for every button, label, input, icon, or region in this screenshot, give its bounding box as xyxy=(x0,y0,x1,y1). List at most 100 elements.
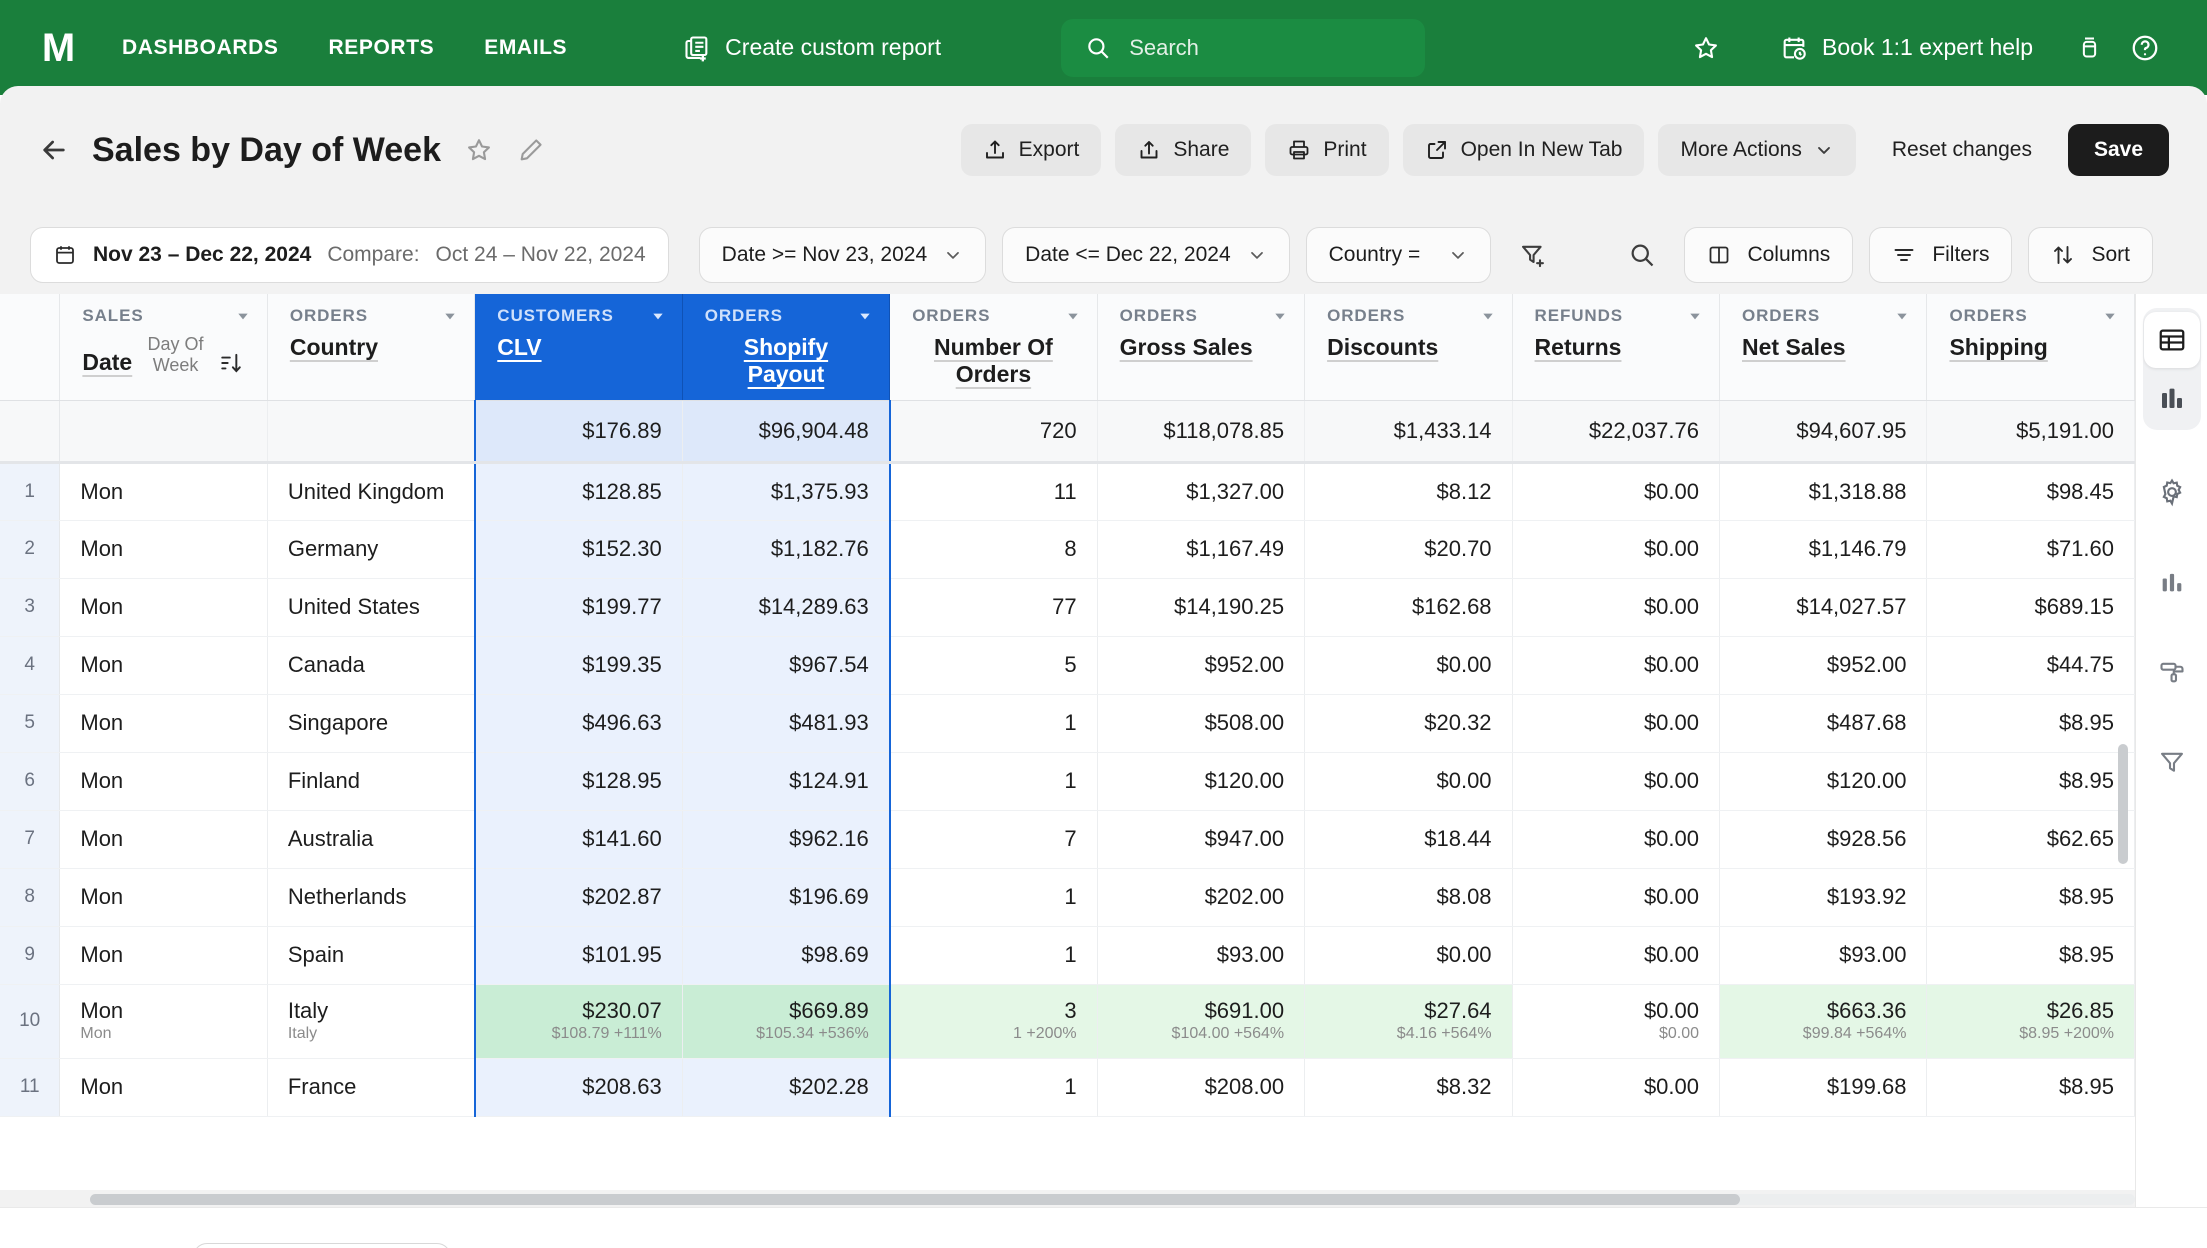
table-cell[interactable]: 1 xyxy=(889,868,1098,927)
table-cell[interactable]: $0.00 xyxy=(1512,1058,1721,1117)
chevron-down-icon[interactable] xyxy=(1272,308,1288,324)
table-cell[interactable]: $8.08 xyxy=(1304,868,1513,927)
table-cell[interactable]: 1 xyxy=(889,752,1098,811)
column-header-clv[interactable]: CUSTOMERS CLV xyxy=(474,294,683,401)
table-cell[interactable]: $93.00 xyxy=(1719,926,1928,985)
table-cell[interactable]: $0.00 xyxy=(1512,868,1721,927)
table-cell[interactable]: $14,289.63 xyxy=(682,578,891,637)
chevron-down-icon[interactable] xyxy=(2102,308,2118,324)
table-row[interactable]: 7 Mon Australia $141.60 $962.16 7 $947.00 $18.4… xyxy=(0,810,2135,869)
table-cell[interactable]: $487.68 xyxy=(1719,694,1928,753)
date-range-picker[interactable]: Nov 23 – Dec 22, 2024 Compare: Oct 24 – … xyxy=(30,227,669,283)
share-button[interactable]: Share xyxy=(1115,124,1252,176)
table-cell[interactable]: $0.00 xyxy=(1512,636,1721,695)
edit-pencil-icon[interactable] xyxy=(517,136,545,164)
table-cell[interactable]: Mon xyxy=(59,752,268,811)
filters-button[interactable]: Filters xyxy=(1869,227,2013,283)
table-cell[interactable]: $128.85 xyxy=(473,462,683,521)
table-cell[interactable]: $120.00 xyxy=(1097,752,1306,811)
table-row[interactable]: 5 Mon Singapore $496.63 $481.93 1 $508.00 $20.3… xyxy=(0,694,2135,753)
table-cell[interactable]: Germany xyxy=(267,520,476,579)
table-cell[interactable]: 5 xyxy=(889,636,1098,695)
table-row[interactable]: 2 Mon Germany $152.30 $1,182.76 8 $1,167.49 $20… xyxy=(0,520,2135,579)
table-cell[interactable]: $0.00 xyxy=(1512,520,1721,579)
table-cell[interactable]: $62.65 xyxy=(1926,810,2135,869)
metrics-icon[interactable] xyxy=(2144,554,2200,610)
table-cell[interactable]: $193.92 xyxy=(1719,868,1928,927)
table-cell[interactable]: $199.35 xyxy=(473,636,683,695)
chevron-down-icon[interactable] xyxy=(1687,308,1703,324)
table-cell[interactable]: $8.12 xyxy=(1304,462,1513,521)
table-cell[interactable]: $202.00 xyxy=(1097,868,1306,927)
settings-icon[interactable] xyxy=(2144,464,2200,520)
chevron-down-icon[interactable] xyxy=(650,308,666,324)
table-cell[interactable]: $0.00 $0.00 xyxy=(1512,984,1721,1059)
table-cell[interactable]: $202.87 xyxy=(473,868,683,927)
aggregate-sum-selector[interactable]: Sum: 115299.58 xyxy=(193,1243,451,1248)
nav-link-dashboards[interactable]: DASHBOARDS xyxy=(104,26,297,70)
table-cell[interactable]: $20.70 xyxy=(1304,520,1513,579)
table-cell[interactable]: $152.30 xyxy=(473,520,683,579)
table-cell[interactable]: $669.89 $105.34 +536% xyxy=(682,984,891,1059)
column-header-returns[interactable]: REFUNDS Returns xyxy=(1512,294,1721,401)
column-header-discounts[interactable]: ORDERS Discounts xyxy=(1304,294,1513,401)
table-cell[interactable]: 7 xyxy=(889,810,1098,869)
table-cell[interactable]: Mon xyxy=(59,810,268,869)
styling-icon[interactable] xyxy=(2144,644,2200,700)
table-cell[interactable]: $162.68 xyxy=(1304,578,1513,637)
table-cell[interactable]: United Kingdom xyxy=(267,462,476,521)
column-header-country[interactable]: ORDERS Country xyxy=(267,294,476,401)
table-cell[interactable]: $98.69 xyxy=(682,926,891,985)
table-cell[interactable]: $0.00 xyxy=(1512,810,1721,869)
back-arrow-icon[interactable] xyxy=(38,134,70,166)
book-expert-help-button[interactable]: Book 1:1 expert help xyxy=(1780,34,2033,62)
table-cell[interactable]: 77 xyxy=(889,578,1098,637)
nav-link-emails[interactable]: EMAILS xyxy=(466,26,585,70)
more-actions-button[interactable]: More Actions xyxy=(1658,124,1856,176)
table-row[interactable]: 6 Mon Finland $128.95 $124.91 1 $120.00 $0.00 $0… xyxy=(0,752,2135,811)
search-input[interactable]: Search xyxy=(1061,18,1426,77)
table-cell[interactable]: $691.00 $104.00 +564% xyxy=(1097,984,1306,1059)
table-cell[interactable]: $952.00 xyxy=(1719,636,1928,695)
table-cell[interactable]: 1 xyxy=(889,926,1098,985)
table-cell[interactable]: Singapore xyxy=(267,694,476,753)
table-cell[interactable]: $230.07 $108.79 +111% xyxy=(473,984,683,1059)
table-cell[interactable]: Mon xyxy=(59,868,268,927)
table-cell[interactable]: $967.54 xyxy=(682,636,891,695)
table-cell[interactable]: $8.95 xyxy=(1926,926,2135,985)
chevron-down-icon[interactable] xyxy=(442,308,458,324)
table-cell[interactable]: $18.44 xyxy=(1304,810,1513,869)
table-cell[interactable]: $124.91 xyxy=(682,752,891,811)
table-cell[interactable]: United States xyxy=(267,578,476,637)
column-header-shopify-payout[interactable]: ORDERS Shopify Payout xyxy=(682,294,891,401)
table-cell[interactable]: $0.00 xyxy=(1512,752,1721,811)
table-cell[interactable]: $27.64 $4.16 +564% xyxy=(1304,984,1513,1059)
chevron-down-icon[interactable] xyxy=(1065,308,1081,324)
table-cell[interactable]: $496.63 xyxy=(473,694,683,753)
table-cell[interactable]: Mon xyxy=(59,462,268,521)
whats-new-icon[interactable] xyxy=(2061,20,2117,76)
add-filter-icon[interactable] xyxy=(1507,229,1559,281)
table-cell[interactable]: $199.68 xyxy=(1719,1058,1928,1117)
table-cell[interactable]: $1,182.76 xyxy=(682,520,891,579)
table-cell[interactable]: $93.00 xyxy=(1097,926,1306,985)
table-cell[interactable]: $0.00 xyxy=(1512,694,1721,753)
reset-changes-button[interactable]: Reset changes xyxy=(1870,124,2054,176)
table-cell[interactable]: $26.85 $8.95 +200% xyxy=(1926,984,2135,1059)
table-cell[interactable]: $0.00 xyxy=(1304,926,1513,985)
sort-indicator-icon[interactable] xyxy=(219,350,245,376)
table-cell[interactable]: $8.32 xyxy=(1304,1058,1513,1117)
print-button[interactable]: Print xyxy=(1265,124,1389,176)
table-cell[interactable]: France xyxy=(267,1058,476,1117)
export-button[interactable]: Export xyxy=(960,124,1102,176)
column-header-net-sales[interactable]: ORDERS Net Sales xyxy=(1719,294,1928,401)
table-cell[interactable]: $128.95 xyxy=(473,752,683,811)
table-cell[interactable]: $1,375.93 xyxy=(682,462,891,521)
table-cell[interactable]: Spain xyxy=(267,926,476,985)
table-row[interactable]: 11 Mon France $208.63 $202.28 1 $208.00 $8.32 $0… xyxy=(0,1058,2135,1117)
table-cell[interactable]: $0.00 xyxy=(1304,752,1513,811)
nav-link-reports[interactable]: REPORTS xyxy=(311,26,453,70)
table-cell[interactable]: $1,167.49 xyxy=(1097,520,1306,579)
table-cell[interactable]: Mon xyxy=(59,520,268,579)
search-table-icon[interactable] xyxy=(1616,229,1668,281)
